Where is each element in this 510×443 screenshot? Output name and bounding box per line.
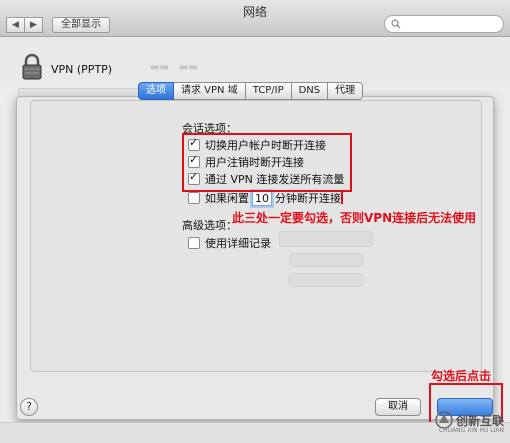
- network-preferences-window: 网络 ◀ ▶ 全部显示 ▬▬ ▬▬ VPN (PPTP) 选项 请求 VPN 域…: [0, 0, 510, 443]
- background-field-ghost: [279, 231, 373, 247]
- verbose-logging-label: 使用详细记录: [205, 237, 271, 250]
- back-button[interactable]: ◀: [6, 17, 25, 33]
- show-all-button[interactable]: 全部显示: [52, 17, 110, 33]
- idle-disconnect-checkbox[interactable]: [188, 192, 200, 204]
- title-bar: 网络 ◀ ▶ 全部显示: [0, 0, 510, 37]
- background-location-ghost: ▬▬ ▬▬: [150, 62, 198, 73]
- advanced-options-title: 高级选项：: [182, 219, 237, 232]
- watermark-subtext: CHUANG XIN HU LIAN: [438, 427, 504, 434]
- bottom-strip: [0, 422, 510, 443]
- idle-disconnect-option[interactable]: 如果闲置 10 分钟断开连接: [188, 190, 341, 206]
- required-checkboxes-highlight: [182, 133, 352, 192]
- idle-label-before: 如果闲置: [205, 192, 249, 205]
- background-button-ghost: [289, 273, 363, 287]
- vpn-lock-icon: [22, 53, 42, 80]
- help-button[interactable]: ?: [20, 398, 38, 416]
- idle-label-after: 分钟断开连接: [275, 192, 341, 205]
- nav-buttons: ◀ ▶: [6, 17, 43, 33]
- tab-proxies[interactable]: 代理: [328, 82, 364, 100]
- click-after-annotation: 勾选后点击: [431, 369, 492, 383]
- must-check-annotation: 此三处一定要勾选，否则VPN连接后无法使用: [232, 211, 477, 225]
- tab-vpn-on-demand[interactable]: 请求 VPN 域: [174, 82, 246, 100]
- verbose-logging-checkbox[interactable]: [188, 237, 200, 249]
- cancel-button[interactable]: 取消: [375, 398, 421, 416]
- tab-dns[interactable]: DNS: [291, 82, 329, 100]
- verbose-logging-option[interactable]: 使用详细记录: [188, 235, 271, 251]
- tab-tcp-ip[interactable]: TCP/IP: [245, 82, 292, 100]
- background-button-ghost: [289, 253, 363, 267]
- watermark: 创新互联 CHUANG XIN HU LIAN: [435, 411, 504, 434]
- idle-minutes-field[interactable]: 10: [252, 190, 272, 206]
- annotation-marker: [341, 190, 343, 204]
- tab-options[interactable]: 选项: [138, 82, 174, 100]
- tab-bar: 选项 请求 VPN 域 TCP/IP DNS 代理: [138, 82, 364, 100]
- background-pane: [0, 37, 510, 87]
- watermark-text: 创新互联: [455, 413, 504, 428]
- search-field[interactable]: [384, 15, 504, 33]
- forward-button[interactable]: ▶: [25, 17, 43, 33]
- vpn-name: VPN (PPTP): [51, 63, 113, 76]
- search-icon: [391, 19, 401, 29]
